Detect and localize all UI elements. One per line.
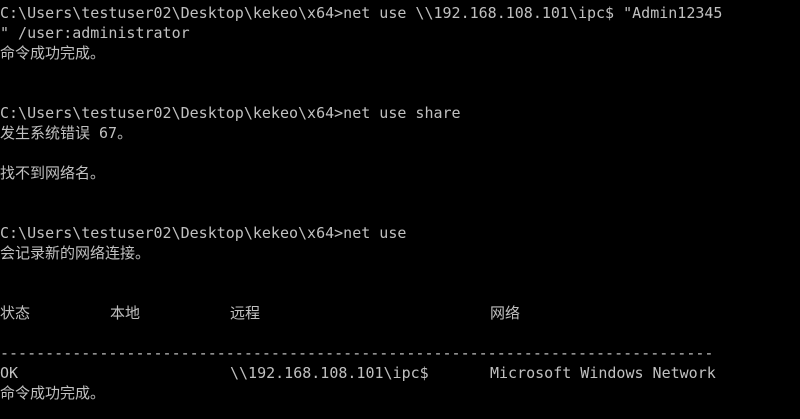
header-local: 本地 [110,304,141,322]
cell-network: Microsoft Windows Network [490,364,716,382]
table-header-row: 状态 本地 远程 网络 [0,303,800,323]
command-line-continuation: " /user:administrator [0,24,190,42]
table-row: OK \\192.168.108.101\ipc$ Microsoft Wind… [0,363,800,383]
output-line: 命令成功完成。 [0,384,106,402]
command-line: C:\Users\testuser02\Desktop\kekeo\x64>ne… [0,224,407,242]
command-line: C:\Users\testuser02\Desktop\kekeo\x64>ne… [0,4,723,22]
header-network: 网络 [490,304,521,322]
cell-status: OK [0,364,19,382]
command-line: C:\Users\testuser02\Desktop\kekeo\x64>ne… [0,104,461,122]
output-line: 命令成功完成。 [0,44,106,62]
output-line: 会记录新的网络连接。 [0,244,151,262]
cell-remote: \\192.168.108.101\ipc$ [230,364,429,382]
header-status: 状态 [0,304,31,322]
error-message-line: 找不到网络名。 [0,164,106,182]
header-remote: 远程 [230,304,261,322]
table-separator: ----------------------------------------… [0,344,714,362]
error-line: 发生系统错误 67。 [0,124,133,142]
terminal-output[interactable]: C:\Users\testuser02\Desktop\kekeo\x64>ne… [0,3,800,419]
